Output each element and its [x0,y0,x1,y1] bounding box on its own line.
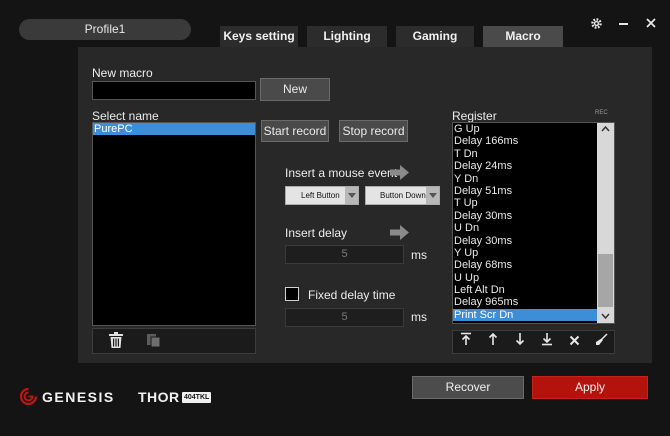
move-up-icon[interactable] [480,332,506,352]
brand-name: GENESIS [42,389,115,405]
register-scrollbar[interactable] [597,123,614,323]
list-item[interactable]: T Dn [453,148,597,160]
tab-lighting[interactable]: Lighting [307,26,387,47]
mouse-button-dropdown[interactable]: Left Button [285,186,359,205]
ms-unit-label: ms [411,248,427,262]
clear-broom-icon[interactable] [588,332,614,352]
rec-badge: REC [595,110,608,116]
insert-delay-label: Insert delay [285,226,348,240]
gear-icon[interactable] [587,14,605,32]
mouse-button-value: Left Button [301,191,340,200]
tab-keys-setting[interactable]: Keys setting [220,26,298,47]
trash-icon[interactable] [108,332,126,350]
fixed-delay-label: Fixed delay time [308,288,396,302]
list-item[interactable]: PurePC [93,123,255,136]
move-top-icon[interactable] [453,332,479,352]
insert-delay-input[interactable]: 5 [285,245,404,264]
chevron-down-icon [345,187,358,204]
product-name: THOR [138,389,180,405]
chevron-down-icon [426,187,439,204]
list-item[interactable]: Delay 166ms [453,135,597,147]
stop-record-button[interactable]: Stop record [339,120,408,142]
list-item[interactable]: Y Dn [453,173,597,185]
move-down-icon[interactable] [507,332,533,352]
scrollbar-thumb[interactable] [598,254,613,307]
list-item[interactable]: Delay 24ms [453,160,597,172]
product-badge: 404TKL [182,392,212,403]
genesis-logo-icon [19,387,38,406]
list-item[interactable]: Delay 30ms [453,235,597,247]
list-item[interactable]: Print Scr Dn [453,308,597,322]
recover-button[interactable]: Recover [412,376,524,399]
mouse-action-dropdown[interactable]: Button Down [365,186,440,205]
list-item[interactable]: Delay 51ms [453,185,597,197]
list-item[interactable]: Delay 965ms [453,296,597,308]
apply-button[interactable]: Apply [532,376,648,399]
copy-icon[interactable] [146,333,164,349]
list-item[interactable]: G Up [453,123,597,135]
list-item[interactable]: Y Up [453,247,597,259]
new-macro-input[interactable] [92,81,256,100]
insert-delay-arrow-icon[interactable] [390,225,409,240]
mouse-action-value: Button Down [380,191,426,200]
list-item[interactable]: U Dn [453,222,597,234]
ms-unit-label: ms [411,310,427,324]
register-label: Register [452,109,497,123]
move-bottom-icon[interactable] [534,332,560,352]
tab-macro[interactable]: Macro [483,26,563,47]
fixed-delay-input[interactable]: 5 [285,308,404,327]
scroll-up-icon[interactable] [597,123,614,135]
select-name-label: Select name [92,109,159,123]
register-list[interactable]: G Up Delay 166ms T Dn Delay 24ms Y Dn De… [452,122,615,324]
list-item[interactable]: Delay 30ms [453,210,597,222]
list-item[interactable]: Left Alt Dn [453,284,597,296]
list-item[interactable]: U Up [453,272,597,284]
insert-mouse-event-label: Insert a mouse event [285,166,398,180]
profile-selector[interactable]: Profile1 [19,19,191,40]
list-item[interactable]: Delay 68ms [453,259,597,271]
fixed-delay-checkbox[interactable] [285,287,299,301]
macro-list[interactable]: PurePC [92,122,256,326]
insert-mouse-event-arrow-icon[interactable] [390,165,409,180]
start-record-button[interactable]: Start record [261,120,329,142]
close-icon[interactable] [642,14,660,32]
new-macro-label: New macro [92,66,153,80]
minimize-icon[interactable] [614,14,632,32]
tab-gaming-mode[interactable]: Gaming Mode [396,26,474,64]
list-item[interactable]: T Up [453,197,597,209]
delete-icon[interactable] [561,332,587,352]
new-button[interactable]: New [260,78,330,101]
scroll-down-icon[interactable] [597,310,614,322]
